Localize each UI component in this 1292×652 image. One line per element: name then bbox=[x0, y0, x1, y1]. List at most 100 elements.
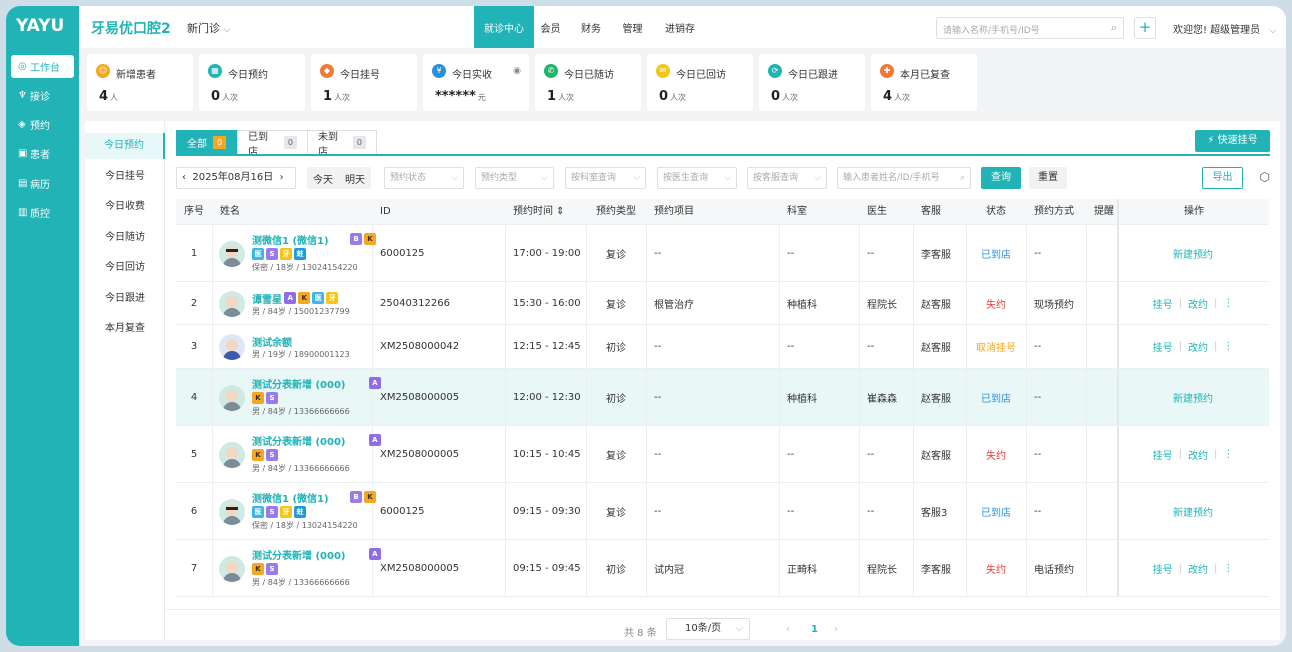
stat-value: 1 人次 bbox=[323, 89, 351, 104]
dept-select[interactable]: 按科室查询 ⌵ bbox=[565, 167, 646, 189]
user-menu[interactable]: 欢迎您! 超级管理员 ⌵ bbox=[1173, 21, 1276, 36]
new-appointment-link[interactable]: 新建预约 bbox=[1173, 504, 1213, 519]
chevron-down-icon: ⌵ bbox=[451, 173, 458, 183]
cell-ID: 6000125 bbox=[380, 247, 425, 259]
table-row[interactable]: 4 XM2508000005 12:00 - 12:30 初诊 -- 种植科 崔森森 赵客服 已… bbox=[176, 369, 1269, 426]
sidebar-item-0[interactable]: ◎ 工作台 bbox=[11, 55, 74, 78]
subnav-item-5[interactable]: 今日跟进 bbox=[85, 286, 165, 312]
doctor-select[interactable]: 按医生查询 ⌵ bbox=[657, 167, 737, 189]
subnav-item-1[interactable]: 今日挂号 bbox=[85, 164, 165, 190]
prev-page-icon[interactable]: ‹ bbox=[786, 624, 790, 635]
reschedule-link[interactable]: 改约 bbox=[1188, 561, 1208, 576]
cell-ID: 6000125 bbox=[380, 505, 425, 517]
patient-name[interactable]: 测试分表新增 (000) bbox=[252, 433, 346, 448]
page-size-value: 10条/页 bbox=[685, 623, 722, 634]
patient-name[interactable]: 谭雪星 bbox=[252, 291, 282, 306]
record-icon: ▤ bbox=[18, 178, 28, 189]
cell-医生: -- bbox=[867, 341, 875, 352]
subnav-item-2[interactable]: 今日收费 bbox=[85, 194, 165, 220]
stat-value: 0 人次 bbox=[771, 89, 799, 104]
date-picker[interactable]: ‹ 2025年08月16日 › bbox=[176, 167, 296, 189]
register-link[interactable]: 挂号 bbox=[1153, 447, 1173, 462]
patient-tag: 医 bbox=[252, 506, 264, 518]
table-row[interactable]: 6 6000125 09:15 - 09:30 复诊 -- -- -- 客服3 已到店 -- 测微信… bbox=[176, 483, 1269, 540]
sidebar-item-4[interactable]: ▤ 病历 bbox=[11, 172, 74, 195]
sidebar-item-3[interactable]: ▣ 患者 bbox=[11, 142, 74, 165]
cell-预约方式: 电话预约 bbox=[1034, 564, 1074, 576]
tab-count-badge: 0 bbox=[352, 136, 366, 149]
avatar-head bbox=[226, 389, 238, 402]
stat-label: 新增患者 bbox=[116, 70, 156, 81]
sidebar-item-5[interactable]: ▥ 质控 bbox=[11, 201, 74, 224]
prev-day-icon[interactable]: ‹ bbox=[182, 172, 186, 183]
today-button[interactable]: 今天 bbox=[307, 171, 339, 186]
sidebar-item-label: 工作台 bbox=[30, 63, 60, 74]
sidebar-item-1[interactable]: ♆ 接诊 bbox=[11, 84, 74, 107]
store-selector[interactable]: 新门诊 ⌵ bbox=[187, 20, 230, 36]
register-link[interactable]: 挂号 bbox=[1153, 296, 1173, 311]
cell-状态: 已到店 bbox=[981, 507, 1011, 519]
export-button[interactable]: 导出 bbox=[1202, 167, 1243, 189]
global-search-input[interactable]: 请输入名称/手机号/ID号 ⌕ bbox=[936, 17, 1124, 39]
welcome-text: 欢迎您! 超级管理员 bbox=[1173, 25, 1261, 36]
subnav-item-0[interactable]: 今日预约 bbox=[85, 133, 165, 159]
sidebar-item-2[interactable]: ◈ 预约 bbox=[11, 113, 74, 136]
tomorrow-button[interactable]: 明天 bbox=[339, 171, 371, 186]
patient-tag: 牙 bbox=[280, 506, 292, 518]
more-icon[interactable]: ⋮ bbox=[1223, 449, 1233, 460]
cell-operations: 新建预约 bbox=[1117, 369, 1269, 425]
reschedule-link[interactable]: 改约 bbox=[1188, 447, 1208, 462]
cell-operations: 挂号 | 改约 | ⋮ bbox=[1117, 325, 1269, 368]
settings-icon[interactable]: ⬡ bbox=[1260, 170, 1270, 184]
next-day-icon[interactable]: › bbox=[280, 172, 284, 183]
page-size-select[interactable]: 10条/页 ⌵ bbox=[666, 618, 750, 640]
tab-2[interactable]: 未到店 0 bbox=[307, 130, 377, 158]
subnav-item-6[interactable]: 本月复查 bbox=[85, 316, 165, 342]
new-appointment-link[interactable]: 新建预约 bbox=[1173, 246, 1213, 261]
query-button[interactable]: 查询 bbox=[981, 167, 1021, 189]
more-icon[interactable]: ⋮ bbox=[1223, 341, 1233, 352]
sort-icon[interactable]: ⇕ bbox=[553, 206, 564, 217]
table-row[interactable]: 5 XM2508000005 10:15 - 10:45 复诊 -- -- -- 赵客服 失约 -… bbox=[176, 426, 1269, 483]
patient-name[interactable]: 测试分表新增 (000) bbox=[252, 376, 346, 391]
patient-name[interactable]: 测试余额 bbox=[252, 334, 292, 349]
reschedule-link[interactable]: 改约 bbox=[1188, 339, 1208, 354]
topnav-item-4[interactable]: 进销存 bbox=[655, 6, 705, 48]
type-select[interactable]: 预约类型 ⌵ bbox=[475, 167, 554, 189]
quick-register-button[interactable]: ⚡ 快速挂号 bbox=[1195, 130, 1270, 152]
topnav-item-2[interactable]: 财务 bbox=[572, 6, 610, 48]
new-appointment-link[interactable]: 新建预约 bbox=[1173, 390, 1213, 405]
current-page[interactable]: 1 bbox=[811, 624, 818, 635]
avatar-glasses bbox=[226, 506, 238, 510]
tab-0[interactable]: 全部 0 bbox=[176, 130, 238, 155]
subnav-item-3[interactable]: 今日随访 bbox=[85, 225, 165, 251]
table-row[interactable]: 3 XM2508000042 12:15 - 12:45 初诊 -- -- -- 赵客服 取消挂… bbox=[176, 325, 1269, 369]
reset-button[interactable]: 重置 bbox=[1029, 167, 1067, 189]
add-button[interactable]: + bbox=[1134, 17, 1156, 39]
cell-预约类型: 复诊 bbox=[606, 507, 626, 519]
register-link[interactable]: 挂号 bbox=[1153, 561, 1173, 576]
reschedule-link[interactable]: 改约 bbox=[1188, 296, 1208, 311]
sidebar: YAYU ◎ 工作台 ♆ 接诊 ◈ 预约 ▣ 患者 ▤ 病历 ▥ 质控 bbox=[6, 6, 79, 646]
more-icon[interactable]: ⋮ bbox=[1223, 563, 1233, 574]
patient-name[interactable]: 测微信1 (微信1) bbox=[252, 490, 329, 505]
patient-name[interactable]: 测试分表新增 (000) bbox=[252, 547, 346, 562]
subnav-item-4[interactable]: 今日回访 bbox=[85, 255, 165, 281]
table-row[interactable]: 1 6000125 17:00 - 19:00 复诊 -- -- -- 李客服 已到店 -- 测微信… bbox=[176, 225, 1269, 282]
status-select[interactable]: 预约状态 ⌵ bbox=[384, 167, 464, 189]
table-row[interactable]: 7 XM2508000005 09:15 - 09:45 初诊 试内冠 正畸科 程院长 李客服… bbox=[176, 540, 1269, 597]
topnav-item-3[interactable]: 管理 bbox=[612, 6, 653, 48]
service-select[interactable]: 按客服查询 ⌵ bbox=[747, 167, 827, 189]
more-icon[interactable]: ⋮ bbox=[1223, 298, 1233, 309]
table-row[interactable]: 2 25040312266 15:30 - 16:00 复诊 根管治疗 种植科 程院长 赵客服… bbox=[176, 282, 1269, 325]
register-link[interactable]: 挂号 bbox=[1153, 339, 1173, 354]
topnav-item-1[interactable]: 会员 bbox=[531, 6, 570, 48]
cell-预约项目: 根管治疗 bbox=[654, 299, 694, 311]
topnav-item-0[interactable]: 就诊中心 bbox=[474, 6, 534, 48]
next-page-icon[interactable]: › bbox=[834, 624, 838, 635]
patient-name[interactable]: 测微信1 (微信1) bbox=[252, 232, 329, 247]
patient-search-input[interactable]: 输入患者姓名/ID/手机号 ⌕ bbox=[837, 167, 971, 189]
stat-value: 1 人次 bbox=[547, 89, 575, 104]
tab-1[interactable]: 已到店 0 bbox=[237, 130, 308, 158]
eye-icon[interactable]: ◉ bbox=[513, 66, 521, 76]
